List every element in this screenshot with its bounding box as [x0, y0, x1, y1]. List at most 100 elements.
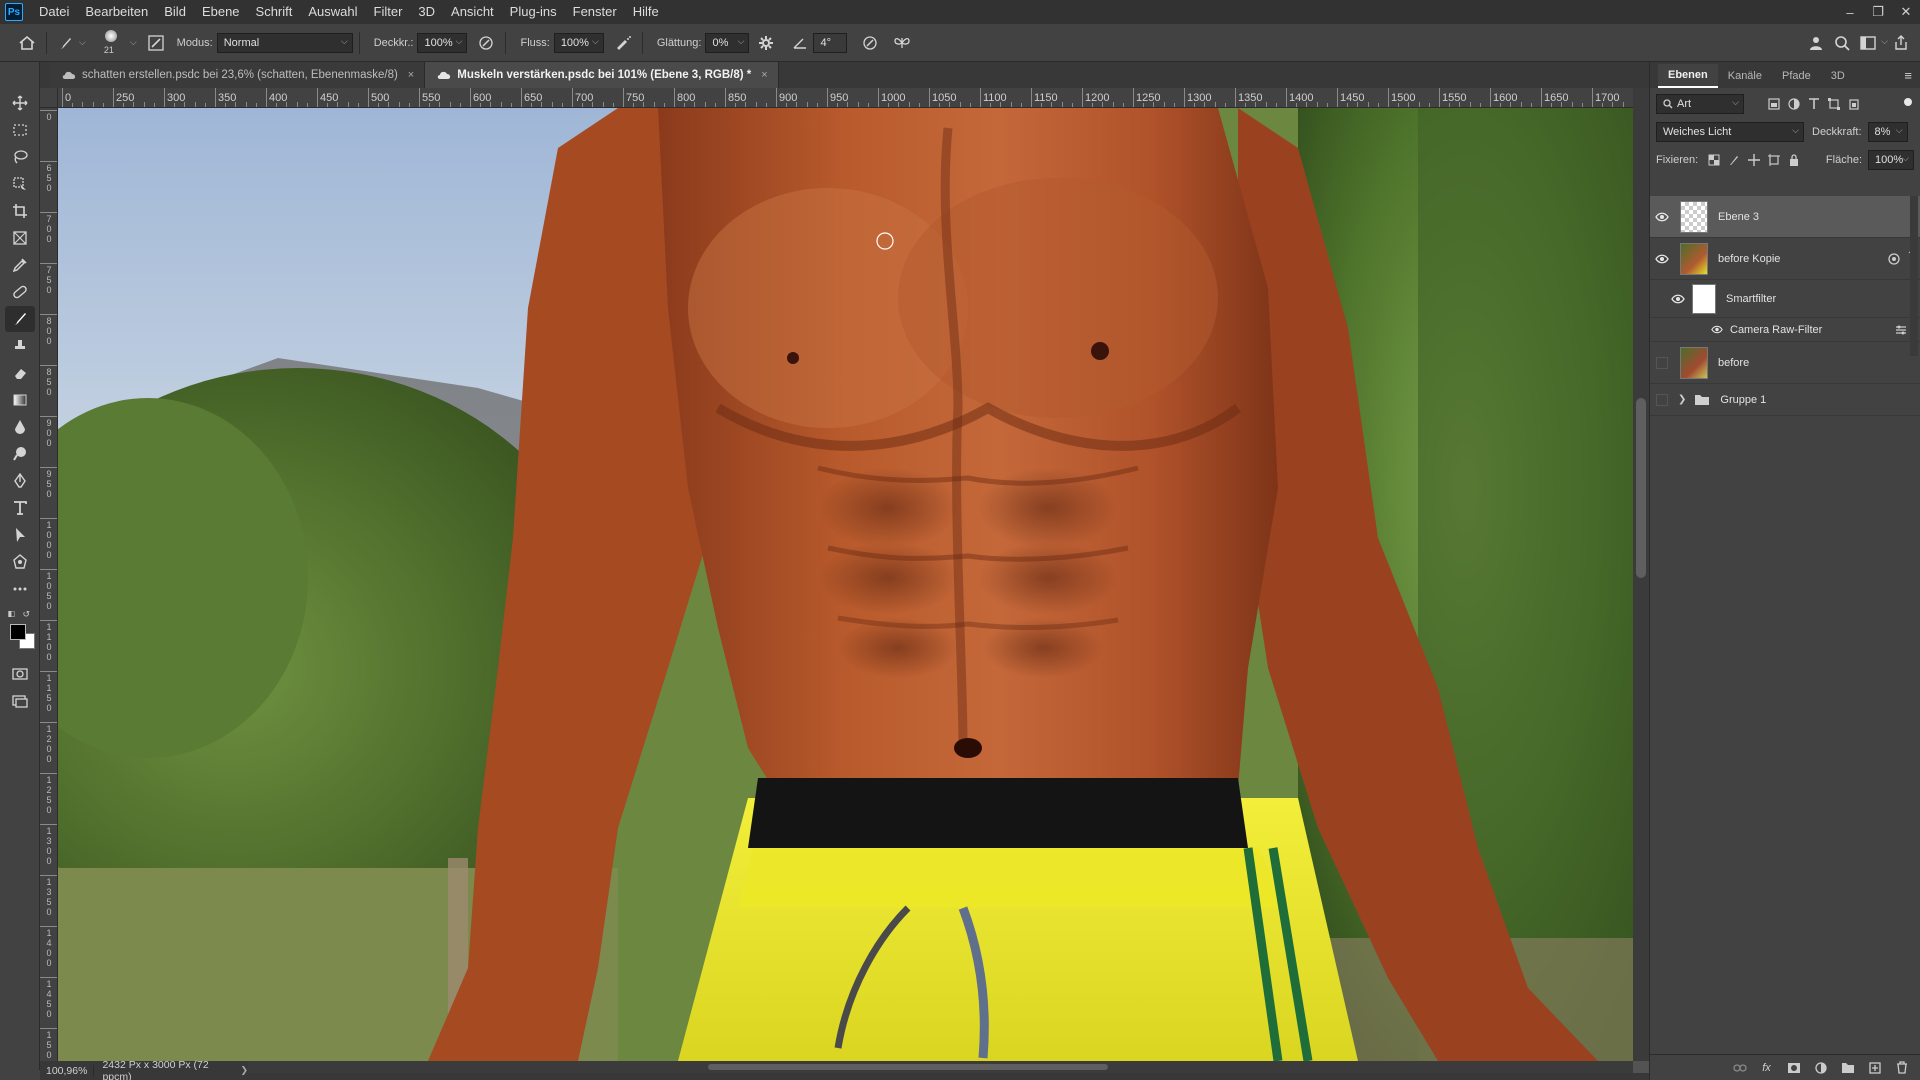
eye-icon[interactable] — [1650, 196, 1674, 238]
adjustment-layer-icon[interactable] — [1807, 1057, 1834, 1079]
tab-close-button[interactable]: × — [408, 69, 414, 81]
brush-tool-icon[interactable] — [4, 306, 35, 332]
document-canvas[interactable] — [58, 108, 1633, 1061]
cloud-document-icon[interactable] — [1803, 30, 1829, 56]
foreground-color-swatch[interactable] — [9, 624, 26, 640]
filter-options-icon[interactable] — [1895, 324, 1907, 339]
tab-muskeln-verstaerken[interactable]: Muskeln verstärken.psdc bei 101% (Ebene … — [425, 62, 779, 88]
new-layer-icon[interactable] — [1861, 1057, 1888, 1079]
menu-ebene[interactable]: Ebene — [194, 0, 248, 24]
swap-colors-icon[interactable]: ↺ — [23, 609, 31, 620]
mode-select[interactable]: Normal ⌵ — [216, 32, 353, 53]
blur-tool-icon[interactable] — [5, 414, 35, 440]
link-layers-icon[interactable] — [1726, 1057, 1753, 1079]
eye-hidden-icon[interactable] — [1650, 379, 1674, 421]
brush-tool-preset-icon[interactable] — [53, 30, 79, 56]
chevron-down-icon[interactable]: ⌵ — [1881, 36, 1888, 56]
screen-mode-icon[interactable] — [5, 688, 35, 714]
opacity-input[interactable]: 100% ⌵ — [417, 32, 468, 53]
close-button[interactable]: ✕ — [1892, 0, 1920, 24]
ruler-corner[interactable] — [40, 88, 58, 108]
eye-icon[interactable] — [1650, 238, 1674, 280]
menu-ansicht[interactable]: Ansicht — [443, 0, 502, 24]
menu-3d[interactable]: 3D — [410, 0, 443, 24]
gear-icon[interactable] — [753, 30, 779, 56]
layer-before-kopie[interactable]: before Kopie ⌃ — [1650, 238, 1920, 280]
horizontal-scrollbar[interactable] — [248, 1061, 1633, 1073]
search-icon[interactable] — [1829, 30, 1855, 56]
flow-input[interactable]: 100% ⌵ — [553, 32, 604, 53]
gradient-tool-icon[interactable] — [5, 387, 35, 413]
healing-brush-tool-icon[interactable] — [5, 279, 35, 305]
layer-before[interactable]: before — [1650, 342, 1920, 384]
quick-mask-icon[interactable] — [5, 661, 35, 687]
tab-ebenen[interactable]: Ebenen — [1658, 64, 1718, 88]
filter-camera-raw[interactable]: Camera Raw-Filter — [1650, 318, 1920, 342]
lock-position-icon[interactable] — [1744, 150, 1764, 170]
pressure-opacity-icon[interactable] — [473, 30, 499, 56]
layers-scrollbar[interactable] — [1910, 196, 1918, 356]
menu-schrift[interactable]: Schrift — [248, 0, 301, 24]
marquee-tool-icon[interactable] — [5, 117, 35, 143]
eyedropper-tool-icon[interactable] — [5, 252, 35, 278]
shape-tool-icon[interactable] — [5, 549, 35, 575]
filter-type-layer-icon[interactable] — [1804, 94, 1824, 114]
airbrush-icon[interactable] — [610, 30, 636, 56]
angle-input[interactable]: 4° — [813, 32, 848, 53]
layer-gruppe-1[interactable]: ❯ Gruppe 1 — [1650, 384, 1920, 416]
filter-shape-layer-icon[interactable] — [1824, 94, 1844, 114]
home-icon[interactable] — [14, 30, 40, 56]
filter-smart-object-icon[interactable] — [1844, 94, 1864, 114]
share-icon[interactable] — [1888, 30, 1914, 56]
menu-fenster[interactable]: Fenster — [565, 0, 625, 24]
new-group-folder-icon[interactable] — [1834, 1057, 1861, 1079]
smoothing-input[interactable]: 0% ⌵ — [705, 32, 750, 53]
status-menu-arrow-icon[interactable]: ❯ — [240, 1065, 248, 1076]
lock-all-icon[interactable] — [1784, 150, 1804, 170]
fill-input[interactable]: 100% ⌵ — [1868, 150, 1914, 170]
filter-toggle-dot[interactable] — [1904, 98, 1912, 106]
add-mask-icon[interactable] — [1780, 1057, 1807, 1079]
horizontal-ruler[interactable]: 0 250 300 350 400 450 500 550 600 650 700 750 800 850… — [58, 88, 1633, 108]
layer-effects-fx-icon[interactable]: fx — [1753, 1057, 1780, 1079]
blend-mode-select[interactable]: Weiches Licht ⌵ — [1656, 122, 1804, 142]
eye-hidden-icon[interactable] — [1650, 342, 1674, 384]
clone-stamp-tool-icon[interactable] — [5, 333, 35, 359]
lock-transparent-pixels-icon[interactable] — [1704, 150, 1724, 170]
tab-pfade[interactable]: Pfade — [1772, 64, 1821, 88]
eye-icon[interactable] — [1666, 278, 1690, 320]
photoshop-logo[interactable]: Ps — [5, 3, 23, 21]
layer-ebene-3[interactable]: Ebene 3 — [1650, 196, 1920, 238]
panel-menu-icon[interactable]: ≡ — [1904, 68, 1912, 83]
brush-settings-panel-icon[interactable] — [143, 30, 169, 56]
dodge-tool-icon[interactable] — [5, 441, 35, 467]
layer-opacity-input[interactable]: 8% ⌵ — [1867, 122, 1908, 142]
move-tool-icon[interactable] — [5, 90, 35, 116]
filter-adjustment-layer-icon[interactable] — [1784, 94, 1804, 114]
menu-plugins[interactable]: Plug-ins — [502, 0, 565, 24]
menu-auswahl[interactable]: Auswahl — [300, 0, 365, 24]
tab-3d[interactable]: 3D — [1821, 64, 1855, 88]
zoom-level[interactable]: 100,96% — [40, 1064, 95, 1077]
trash-icon[interactable] — [1888, 1057, 1915, 1079]
vertical-scrollbar[interactable] — [1633, 88, 1649, 1061]
layer-smartfilter[interactable]: Smartfilter — [1650, 280, 1920, 318]
menu-filter[interactable]: Filter — [366, 0, 411, 24]
brush-size-picker[interactable]: 21 — [94, 26, 130, 60]
eraser-tool-icon[interactable] — [5, 360, 35, 386]
minimize-button[interactable]: – — [1836, 0, 1864, 24]
restore-button[interactable]: ❐ — [1864, 0, 1892, 24]
tab-kanaele[interactable]: Kanäle — [1718, 64, 1772, 88]
path-selection-tool-icon[interactable] — [5, 522, 35, 548]
default-colors-icon[interactable]: ◧ — [8, 609, 16, 618]
frame-tool-icon[interactable] — [5, 225, 35, 251]
lasso-tool-icon[interactable] — [5, 144, 35, 170]
symmetry-butterfly-icon[interactable] — [889, 30, 915, 56]
vertical-ruler[interactable]: 0 6 5 0 7 0 0 7 5 0 8 0 0 8 5 0 9 0 0 9 5 0 1 0 … — [40, 108, 58, 1061]
tab-schatten-erstellen[interactable]: schatten erstellen.psdc bei 23,6% (schat… — [50, 62, 426, 88]
menu-bearbeiten[interactable]: Bearbeiten — [77, 0, 156, 24]
pressure-size-icon[interactable] — [857, 30, 883, 56]
object-selection-tool-icon[interactable] — [5, 171, 35, 197]
menu-hilfe[interactable]: Hilfe — [625, 0, 667, 24]
chevron-down-icon[interactable]: ⌵ — [79, 37, 86, 48]
